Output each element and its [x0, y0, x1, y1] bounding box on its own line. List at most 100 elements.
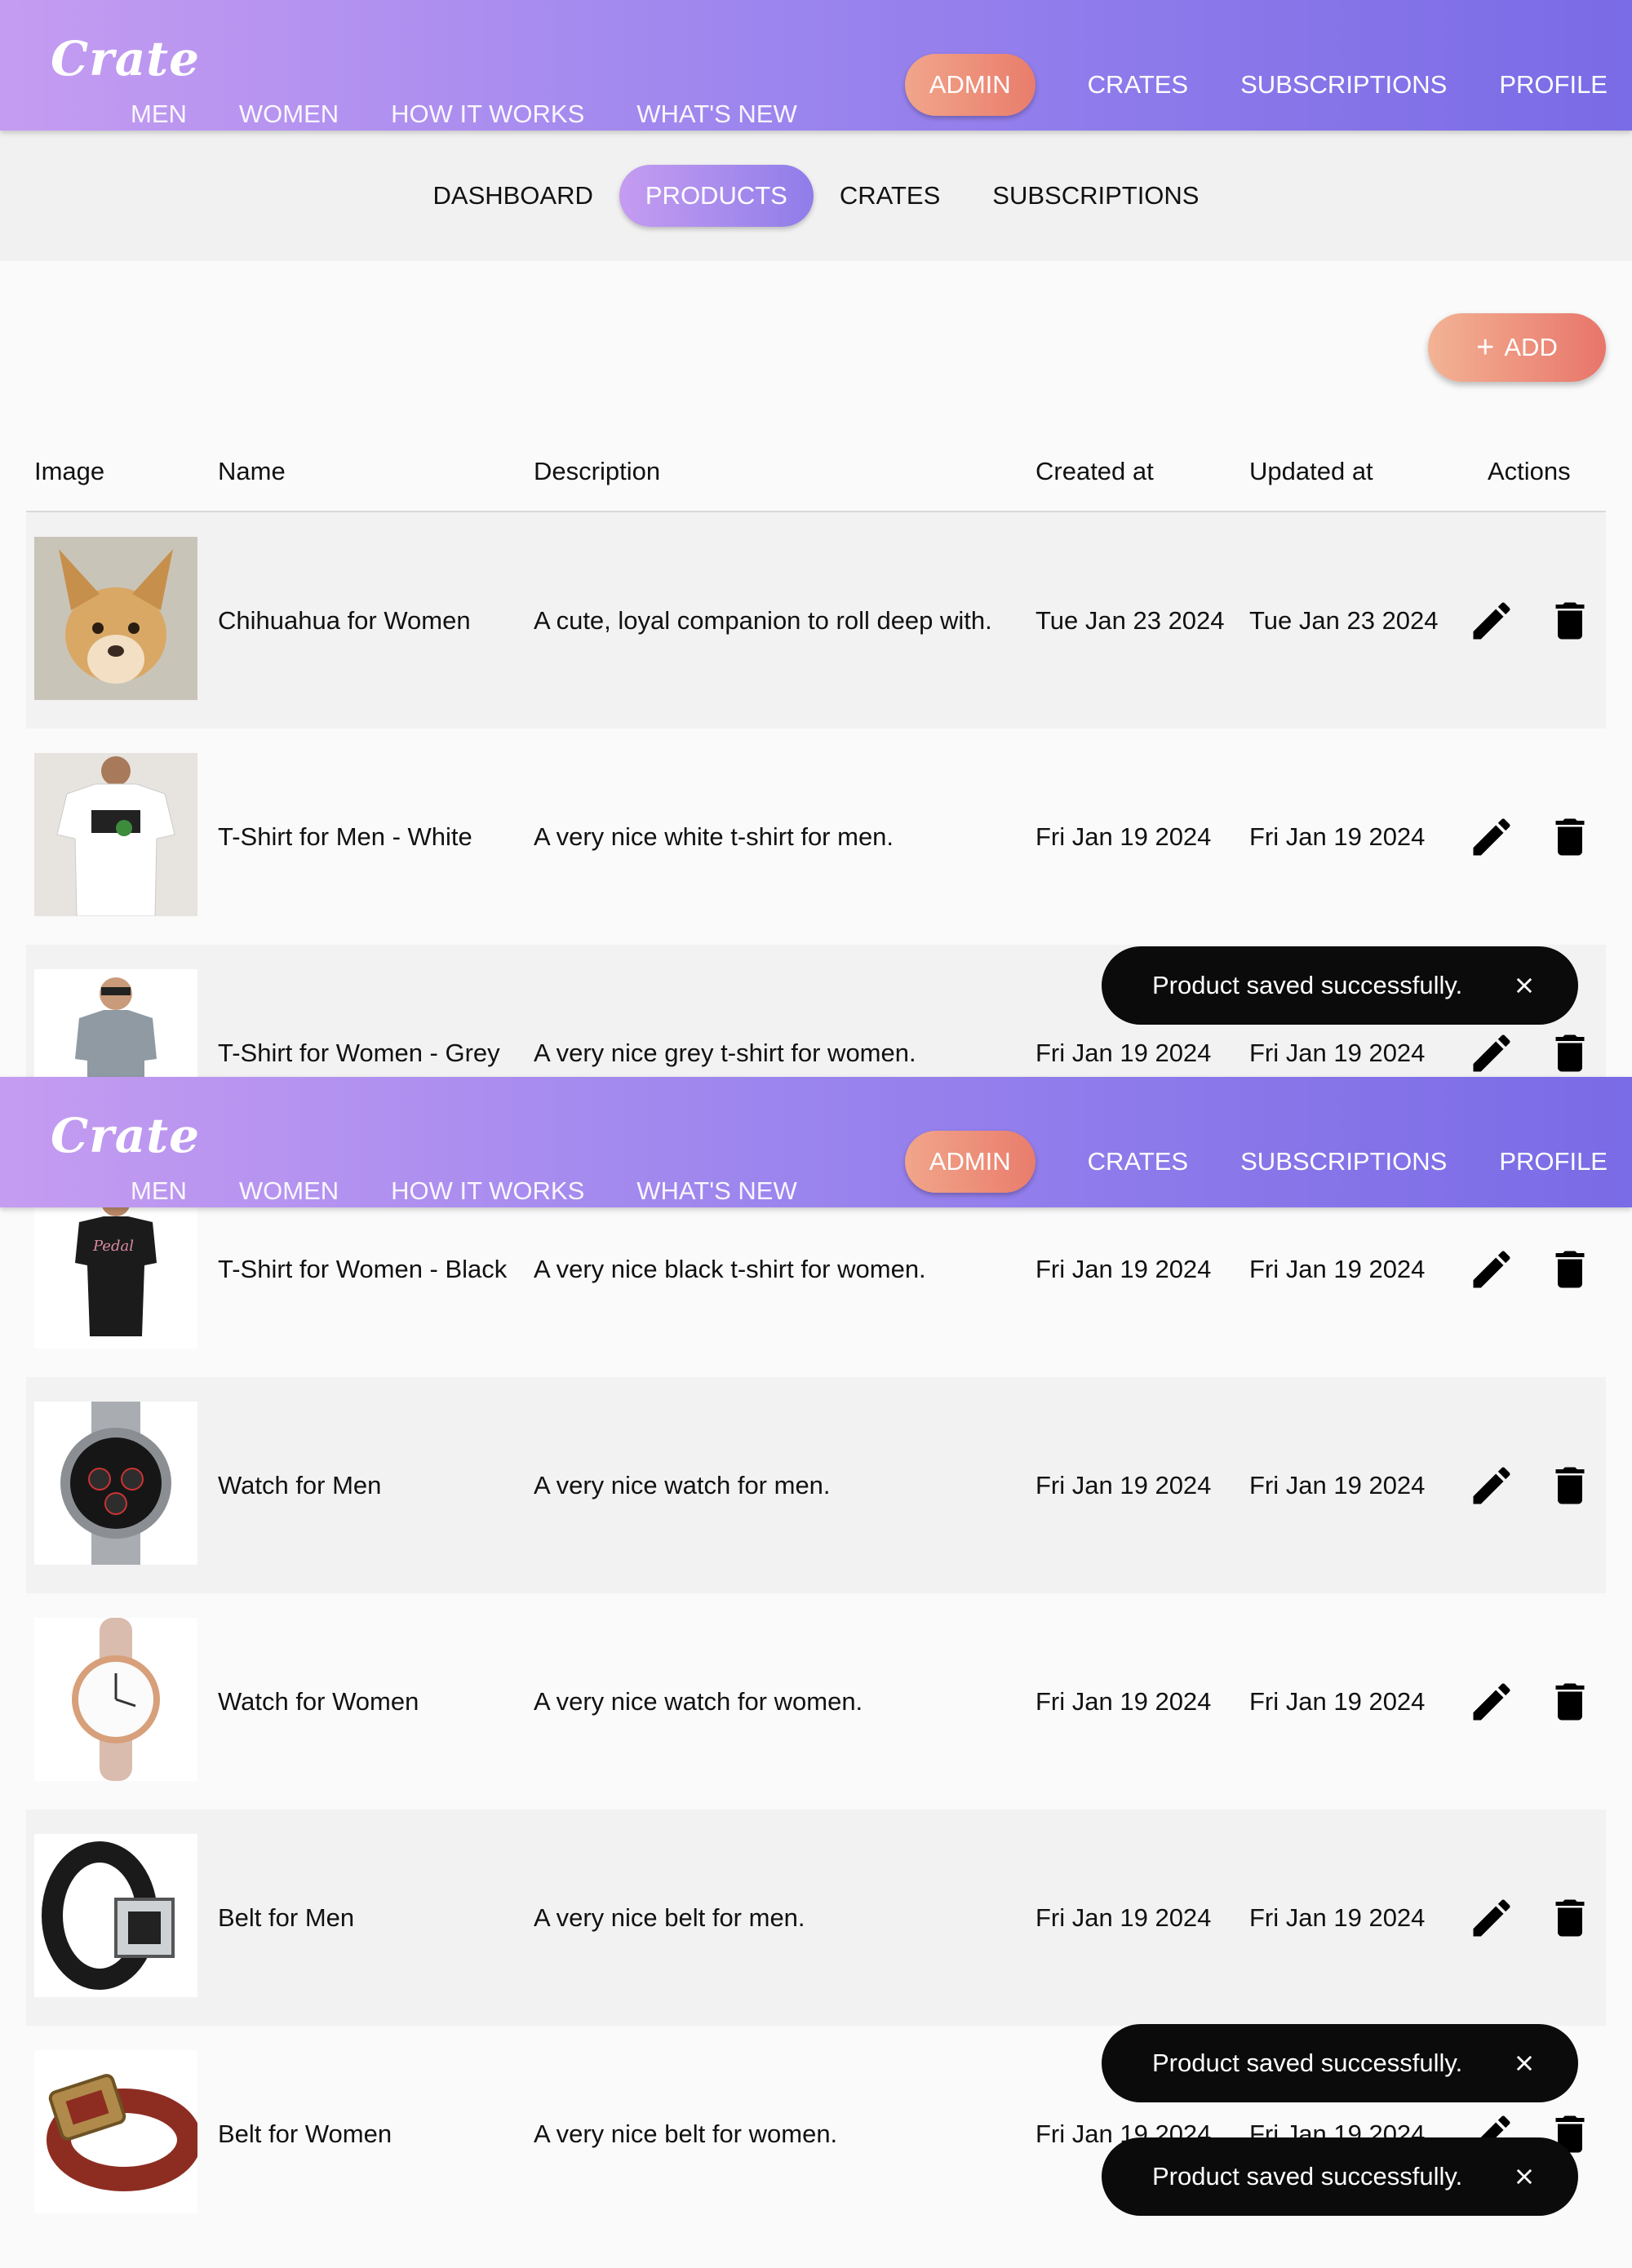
mens-belt-image: [34, 1834, 197, 1997]
product-description: A cute, loyal companion to roll deep wit…: [534, 605, 992, 635]
product-name: T-Shirt for Women - Grey: [218, 1038, 500, 1067]
app-bar-overlay: Crate MEN WOMEN HOW IT WORKS WHAT'S NEW …: [0, 1077, 1632, 1207]
tab-products[interactable]: PRODUCTS: [619, 165, 814, 227]
snackbar: Product saved successfully.: [1102, 946, 1578, 1025]
header-created-at: Created at: [1036, 457, 1154, 485]
product-name: Belt for Men: [218, 1903, 355, 1932]
product-created-at: Fri Jan 19 2024: [1036, 1903, 1212, 1932]
product-updated-at: Fri Jan 19 2024: [1249, 1470, 1426, 1499]
edit-icon[interactable]: [1467, 1245, 1516, 1294]
nav-admin-button[interactable]: ADMIN: [904, 54, 1036, 116]
white-tshirt-image: [34, 753, 197, 916]
nav-subscriptions[interactable]: SUBSCRIPTIONS: [1240, 1147, 1447, 1176]
nav-women[interactable]: WOMEN: [239, 1176, 339, 1206]
edit-icon[interactable]: [1467, 596, 1516, 645]
womens-belt-image: [34, 2050, 197, 2213]
table-row: T-Shirt for Men - White A very nice whit…: [26, 729, 1606, 945]
product-description: A very nice belt for women.: [534, 2119, 838, 2148]
nav-how-it-works[interactable]: HOW IT WORKS: [391, 100, 584, 129]
products-table: Image Name Description Created at Update…: [26, 441, 1606, 2242]
snackbar: Product saved successfully.: [1102, 2024, 1578, 2102]
product-created-at: Fri Jan 19 2024: [1036, 1470, 1212, 1499]
close-icon[interactable]: [1513, 2052, 1536, 2075]
tab-subscriptions[interactable]: SUBSCRIPTIONS: [966, 165, 1225, 227]
nav-profile[interactable]: PROFILE: [1499, 70, 1608, 100]
snackbar-message: Product saved successfully.: [1152, 2049, 1463, 2077]
delete-icon[interactable]: [1546, 1245, 1594, 1294]
edit-icon[interactable]: [1467, 1894, 1516, 1942]
snackbar: Product saved successfully.: [1102, 2137, 1578, 2216]
header-name: Name: [218, 457, 286, 485]
tab-dashboard[interactable]: DASHBOARD: [407, 165, 619, 227]
table-header: Image Name Description Created at Update…: [26, 441, 1606, 512]
product-created-at: Tue Jan 23 2024: [1036, 605, 1225, 635]
plus-icon: +: [1476, 330, 1495, 365]
nav-whats-new[interactable]: WHAT'S NEW: [636, 1176, 797, 1206]
add-product-button[interactable]: + ADD: [1428, 313, 1606, 382]
product-description: A very nice belt for men.: [534, 1903, 805, 1932]
black-tshirt-image: Pedal: [34, 1185, 197, 1349]
table-row: Watch for Women A very nice watch for wo…: [26, 1593, 1606, 1810]
header-description: Description: [534, 457, 661, 485]
product-created-at: Fri Jan 19 2024: [1036, 822, 1212, 851]
snackbar-message: Product saved successfully.: [1152, 2162, 1463, 2190]
svg-text:Pedal: Pedal: [92, 1238, 134, 1255]
product-created-at: Fri Jan 19 2024: [1036, 1038, 1212, 1067]
mens-watch-image: [34, 1402, 197, 1565]
add-button-label: ADD: [1504, 333, 1558, 361]
nav-crates[interactable]: CRATES: [1088, 1147, 1188, 1176]
edit-icon[interactable]: [1467, 1677, 1516, 1726]
product-updated-at: Fri Jan 19 2024: [1249, 1903, 1426, 1932]
app-logo[interactable]: Crate: [51, 31, 200, 86]
tab-crates[interactable]: CRATES: [814, 165, 966, 227]
account-nav: ADMIN CRATES SUBSCRIPTIONS PROFILE: [904, 1131, 1608, 1193]
womens-watch-image: [34, 1618, 197, 1781]
product-created-at: Fri Jan 19 2024: [1036, 1254, 1212, 1283]
product-name: Watch for Men: [218, 1470, 382, 1499]
product-updated-at: Fri Jan 19 2024: [1249, 1254, 1426, 1283]
admin-subnav: DASHBOARD PRODUCTS CRATES SUBSCRIPTIONS: [0, 131, 1632, 261]
table-row: Watch for Men A very nice watch for men.…: [26, 1377, 1606, 1593]
edit-icon[interactable]: [1467, 813, 1516, 862]
product-description: A very nice black t-shirt for women.: [534, 1254, 926, 1283]
product-updated-at: Tue Jan 23 2024: [1249, 605, 1439, 635]
nav-men[interactable]: MEN: [131, 1176, 187, 1206]
product-name: Belt for Women: [218, 2119, 392, 2148]
close-icon[interactable]: [1513, 974, 1536, 997]
app-logo[interactable]: Crate: [51, 1108, 200, 1163]
delete-icon[interactable]: [1546, 1029, 1594, 1078]
delete-icon[interactable]: [1546, 596, 1594, 645]
product-updated-at: Fri Jan 19 2024: [1249, 822, 1426, 851]
product-updated-at: Fri Jan 19 2024: [1249, 1686, 1426, 1716]
table-row: Belt for Men A very nice belt for men. F…: [26, 1810, 1606, 2026]
delete-icon[interactable]: [1546, 1461, 1594, 1510]
delete-icon[interactable]: [1546, 1677, 1594, 1726]
nav-men[interactable]: MEN: [131, 100, 187, 129]
nav-women[interactable]: WOMEN: [239, 100, 339, 129]
product-name: T-Shirt for Women - Black: [218, 1254, 508, 1283]
delete-icon[interactable]: [1546, 1894, 1594, 1942]
product-description: A very nice watch for women.: [534, 1686, 863, 1716]
nav-admin-button[interactable]: ADMIN: [904, 1131, 1036, 1193]
close-icon[interactable]: [1513, 2165, 1536, 2188]
product-description: A very nice watch for men.: [534, 1470, 831, 1499]
primary-nav: MEN WOMEN HOW IT WORKS WHAT'S NEW: [131, 100, 849, 129]
edit-icon[interactable]: [1467, 1029, 1516, 1078]
product-updated-at: Fri Jan 19 2024: [1249, 1038, 1426, 1067]
header-actions: Actions: [1488, 457, 1571, 485]
nav-how-it-works[interactable]: HOW IT WORKS: [391, 1176, 584, 1206]
nav-subscriptions[interactable]: SUBSCRIPTIONS: [1240, 70, 1447, 100]
nav-crates[interactable]: CRATES: [1088, 70, 1188, 100]
product-description: A very nice white t-shirt for men.: [534, 822, 894, 851]
product-created-at: Fri Jan 19 2024: [1036, 1686, 1212, 1716]
account-nav: ADMIN CRATES SUBSCRIPTIONS PROFILE: [904, 54, 1608, 116]
header-image: Image: [34, 457, 105, 485]
nav-profile[interactable]: PROFILE: [1499, 1147, 1608, 1176]
product-name: Chihuahua for Women: [218, 605, 471, 635]
delete-icon[interactable]: [1546, 813, 1594, 862]
app-bar: Crate MEN WOMEN HOW IT WORKS WHAT'S NEW …: [0, 0, 1632, 131]
primary-nav: MEN WOMEN HOW IT WORKS WHAT'S NEW: [131, 1176, 849, 1206]
edit-icon[interactable]: [1467, 1461, 1516, 1510]
nav-whats-new[interactable]: WHAT'S NEW: [636, 100, 797, 129]
product-name: T-Shirt for Men - White: [218, 822, 472, 851]
